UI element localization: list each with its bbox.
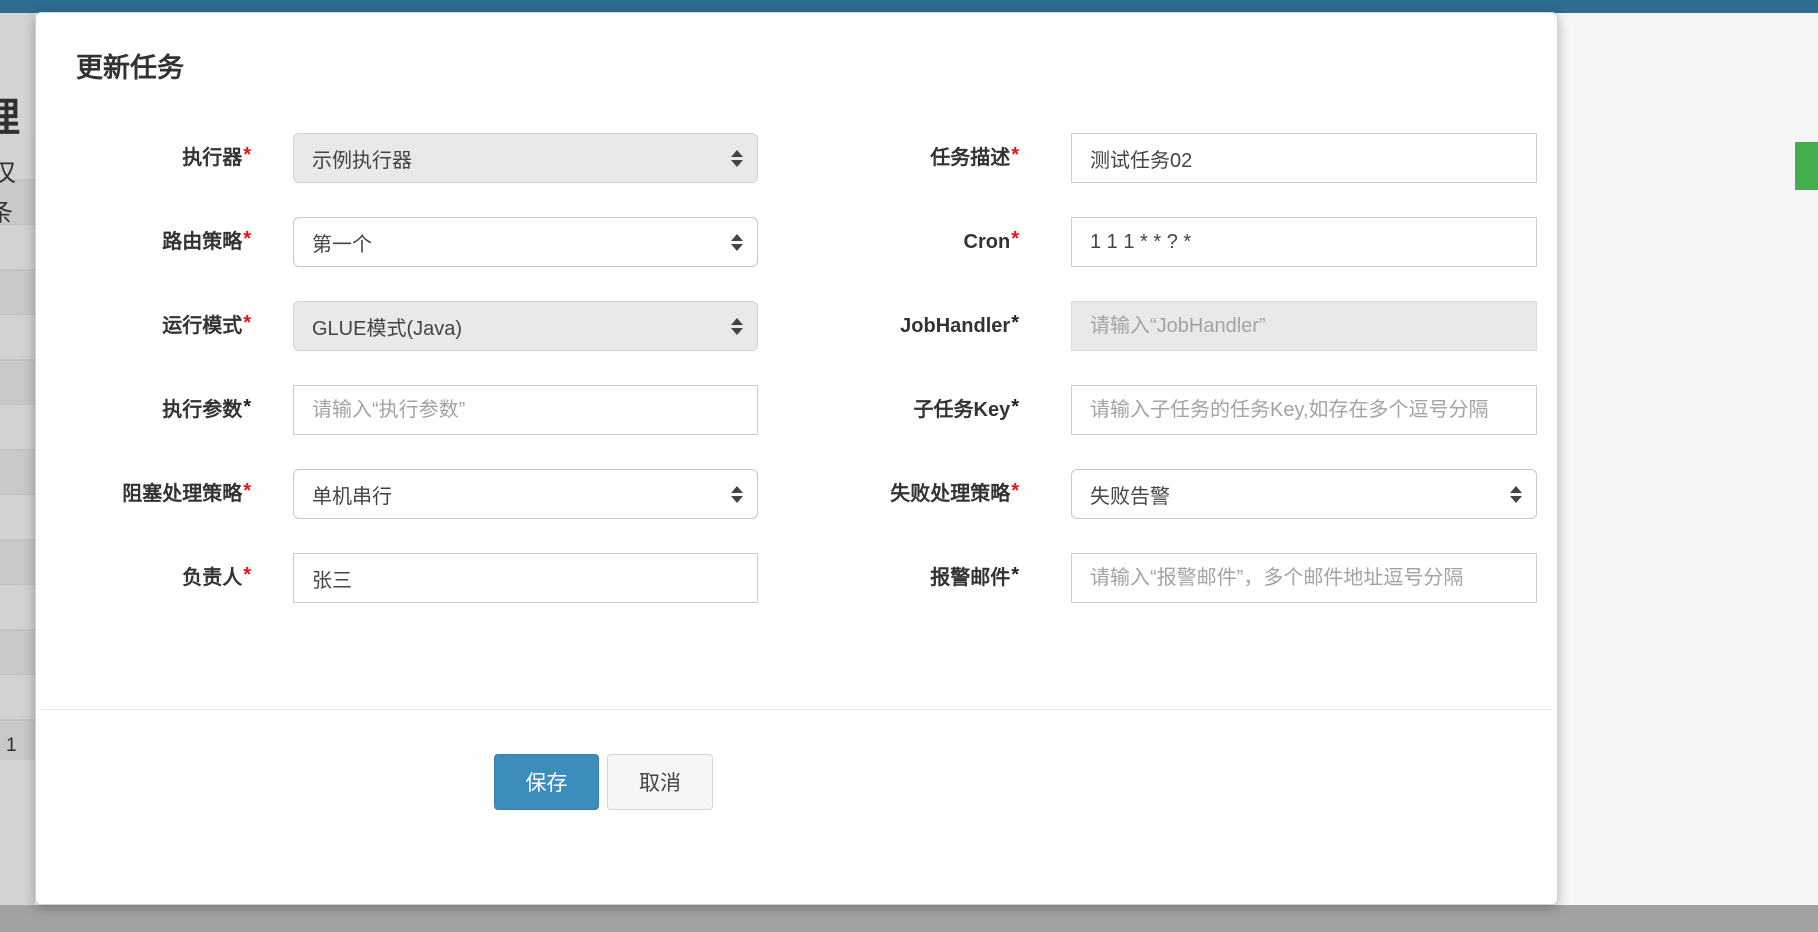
- background-text-fragment: 仅: [0, 153, 16, 189]
- form-row: 执行参数* 子任务Key*: [36, 385, 1557, 435]
- form-row: 路由策略* 第一个 Cron*: [36, 217, 1557, 267]
- form-row: 负责人* 报警邮件*: [36, 553, 1557, 603]
- select-arrows-icon: [731, 486, 743, 503]
- label-asterisk: *: [1011, 564, 1019, 586]
- child-jobkey-label: 子任务Key*: [758, 385, 1071, 435]
- update-job-form: 执行器* 示例执行器 任务描述* 路由策略* 第一个 Cron* 运行模式* G…: [36, 133, 1557, 810]
- label-asterisk: *: [243, 396, 251, 418]
- required-asterisk: *: [243, 312, 251, 334]
- executor-param-input[interactable]: [293, 385, 758, 435]
- glue-type-select: GLUE模式(Java): [293, 301, 758, 351]
- cancel-button[interactable]: 取消: [607, 754, 713, 810]
- background-text-fragment: 条: [0, 193, 13, 229]
- required-asterisk: *: [243, 480, 251, 502]
- label-asterisk: *: [1011, 312, 1019, 334]
- route-strategy-select[interactable]: 第一个: [293, 217, 758, 267]
- author-input[interactable]: [293, 553, 758, 603]
- select-arrows-icon: [1510, 486, 1522, 503]
- background-page-right-edge: [1558, 13, 1818, 905]
- required-asterisk: *: [243, 144, 251, 166]
- job-desc-input[interactable]: [1071, 133, 1537, 183]
- alarm-email-label: 报警邮件*: [758, 553, 1071, 603]
- route-strategy-label: 路由策略*: [36, 217, 293, 267]
- fail-strategy-label: 失败处理策略*: [758, 469, 1071, 519]
- jobhandler-label: JobHandler*: [758, 301, 1071, 351]
- select-arrows-icon: [731, 318, 743, 335]
- background-page-number-fragment: 1: [6, 735, 17, 757]
- required-asterisk: *: [1011, 144, 1019, 166]
- required-asterisk: *: [243, 228, 251, 250]
- child-jobkey-input[interactable]: [1071, 385, 1537, 435]
- block-strategy-select[interactable]: 单机串行: [293, 469, 758, 519]
- modal-footer-buttons: 保存 取消: [494, 754, 1557, 810]
- alarm-email-input[interactable]: [1071, 553, 1537, 603]
- executor-select: 示例执行器: [293, 133, 758, 183]
- form-row: 执行器* 示例执行器 任务描述*: [36, 133, 1557, 183]
- label-asterisk: *: [1011, 396, 1019, 418]
- required-asterisk: *: [1011, 228, 1019, 250]
- background-title-fragment: 理: [0, 85, 20, 143]
- background-page-left-edge: 理 仅 条 1: [0, 13, 35, 905]
- cron-input[interactable]: [1071, 217, 1537, 267]
- cron-label: Cron*: [758, 217, 1071, 267]
- block-strategy-label: 阻塞处理策略*: [36, 469, 293, 519]
- select-arrows-icon: [731, 234, 743, 251]
- jobhandler-input: [1071, 301, 1537, 351]
- required-asterisk: *: [243, 564, 251, 586]
- glue-type-label: 运行模式*: [36, 301, 293, 351]
- form-divider: [41, 709, 1552, 710]
- save-button[interactable]: 保存: [494, 754, 599, 810]
- executor-label: 执行器*: [36, 133, 293, 183]
- form-row: 运行模式* GLUE模式(Java) JobHandler*: [36, 301, 1557, 351]
- job-desc-label: 任务描述*: [758, 133, 1071, 183]
- modal-title: 更新任务: [76, 46, 1557, 85]
- fail-strategy-select[interactable]: 失败告警: [1071, 469, 1537, 519]
- required-asterisk: *: [1011, 480, 1019, 502]
- executor-param-label: 执行参数*: [36, 385, 293, 435]
- update-job-modal: 更新任务 执行器* 示例执行器 任务描述* 路由策略* 第一个 Cron* 运行…: [35, 12, 1558, 905]
- author-label: 负责人*: [36, 553, 293, 603]
- form-row: 阻塞处理策略* 单机串行 失败处理策略* 失败告警: [36, 469, 1557, 519]
- background-green-button-fragment: [1795, 142, 1818, 190]
- background-page-bottom-edge: [0, 905, 1818, 932]
- select-arrows-icon: [731, 150, 743, 167]
